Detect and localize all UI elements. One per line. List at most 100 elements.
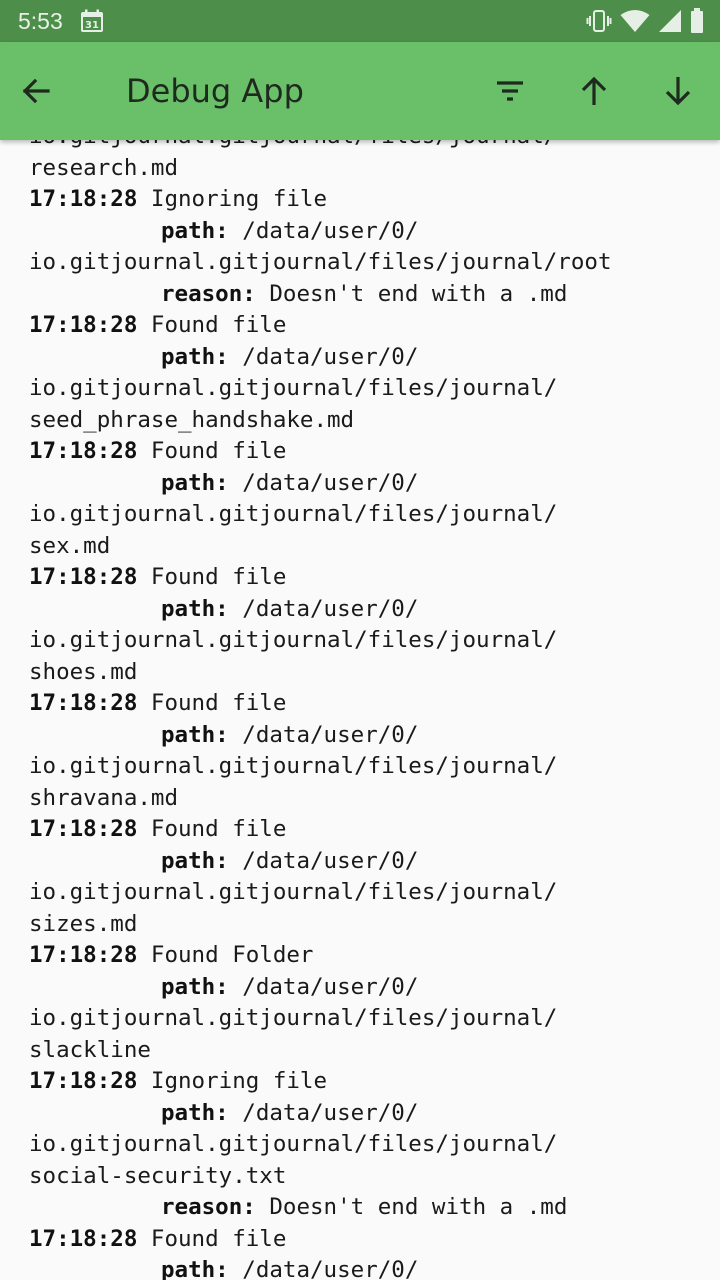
log-path-value: /data/user/0/ xyxy=(242,217,419,244)
log-path-label: path: xyxy=(161,973,229,1000)
log-path-label: path: xyxy=(161,721,229,748)
calendar-icon: 31 xyxy=(81,9,103,32)
log-path-continuation-line: io.gitjournal.gitjournal/files/journal/ xyxy=(0,625,720,657)
log-path-continuation-line: social-security.txt xyxy=(0,1161,720,1193)
log-path-line: path: /data/user/0/ xyxy=(0,1098,720,1130)
battery-icon xyxy=(691,8,703,33)
arrow-up-icon xyxy=(581,76,607,105)
log-entry-header: 17:18:28 Found file xyxy=(0,1224,720,1256)
log-message: Found file xyxy=(150,690,287,716)
log-path-continuation: research.md xyxy=(29,154,179,181)
log-path-continuation-line: io.gitjournal.gitjournal/files/journal/ xyxy=(0,1003,720,1035)
log-path-continuation: io.gitjournal.gitjournal/files/journal/ xyxy=(29,879,558,905)
log-line: io.gitjournal.gitjournal/files/journal/ xyxy=(0,140,720,153)
log-path-line: path: /data/user/0/ xyxy=(0,972,720,1004)
log-path-continuation: slackline xyxy=(29,1036,151,1063)
log-entry-header: 17:18:28 Found file xyxy=(0,562,720,594)
log-timestamp: 17:18:28 xyxy=(29,816,138,842)
log-path-continuation: io.gitjournal.gitjournal/files/journal/ xyxy=(29,1005,558,1031)
log-path-value: /data/user/0/ xyxy=(242,469,419,496)
log-entry-header: 17:18:28 Ignoring file xyxy=(0,184,720,216)
status-bar: 5:53 31 xyxy=(0,0,720,42)
log-path-continuation: sex.md xyxy=(29,532,111,559)
log-line: research.md xyxy=(0,153,720,185)
scroll-up-button[interactable] xyxy=(570,67,618,115)
log-list[interactable]: io.gitjournal.gitjournal/files/journal/ … xyxy=(0,140,720,1280)
log-path-continuation: io.gitjournal.gitjournal/files/journal/ xyxy=(29,501,558,527)
log-path-continuation-line: seed_phrase_handshake.md xyxy=(0,405,720,437)
log-reason-line: reason: Doesn't end with a .md xyxy=(0,279,720,311)
log-path-value: /data/user/0/ xyxy=(242,973,419,1000)
log-path-label: path: xyxy=(161,1257,229,1280)
scroll-down-button[interactable] xyxy=(654,67,702,115)
log-path-label: path: xyxy=(161,469,229,496)
log-timestamp: 17:18:28 xyxy=(29,690,138,716)
log-content: io.gitjournal.gitjournal/files/journal/ … xyxy=(0,140,720,1280)
log-path-line: path: /data/user/0/ xyxy=(0,468,720,500)
page-title: Debug App xyxy=(126,72,304,110)
log-path-continuation-line: io.gitjournal.gitjournal/files/journal/ xyxy=(0,373,720,405)
log-path-label: path: xyxy=(161,343,229,370)
log-path-continuation: io.gitjournal.gitjournal/files/journal/ xyxy=(29,627,558,653)
log-path-line: path: /data/user/0/ xyxy=(0,846,720,878)
log-timestamp: 17:18:28 xyxy=(29,1225,138,1252)
log-path-label: path: xyxy=(161,595,229,622)
vibrate-icon xyxy=(586,10,612,32)
log-path-continuation-line: io.gitjournal.gitjournal/files/journal/r… xyxy=(0,247,720,279)
log-timestamp: 17:18:28 xyxy=(29,186,138,212)
log-path-value: /data/user/0/ xyxy=(242,847,419,874)
log-path-value: /data/user/0/ xyxy=(242,721,419,748)
log-message: Found file xyxy=(150,312,287,338)
log-message: Found file xyxy=(150,816,287,842)
log-entry-header: 17:18:28 Ignoring file xyxy=(0,1066,720,1098)
log-message: Found file xyxy=(150,1225,287,1252)
log-path-line: path: /data/user/0/ xyxy=(0,1255,720,1280)
log-message: Found file xyxy=(150,438,287,464)
log-entry-header: 17:18:28 Found file xyxy=(0,814,720,846)
log-path-continuation-line: shravana.md xyxy=(0,783,720,815)
log-path-continuation-line: io.gitjournal.gitjournal/files/journal/ xyxy=(0,1129,720,1161)
log-message: Found Folder xyxy=(150,942,314,968)
log-path-value: /data/user/0/ xyxy=(242,1099,419,1126)
log-message: Ignoring file xyxy=(150,1068,328,1094)
log-timestamp: 17:18:28 xyxy=(29,942,138,968)
back-button[interactable] xyxy=(20,67,78,115)
log-path-continuation: seed_phrase_handshake.md xyxy=(29,406,355,433)
log-timestamp: 17:18:28 xyxy=(29,312,138,338)
log-message: Found file xyxy=(150,564,287,590)
log-path-value: /data/user/0/ xyxy=(242,1257,419,1280)
log-path-continuation: sizes.md xyxy=(29,910,138,937)
status-time: 5:53 xyxy=(18,8,63,34)
log-timestamp: 17:18:28 xyxy=(29,1068,138,1094)
log-path-line: path: /data/user/0/ xyxy=(0,720,720,752)
log-path-continuation-line: sex.md xyxy=(0,531,720,563)
log-path-continuation-line: io.gitjournal.gitjournal/files/journal/ xyxy=(0,499,720,531)
wifi-icon xyxy=(620,10,650,32)
log-path-line: path: /data/user/0/ xyxy=(0,594,720,626)
log-path-continuation: io.gitjournal.gitjournal/files/journal/ xyxy=(29,1131,558,1157)
log-path-value: /data/user/0/ xyxy=(242,343,419,370)
log-message: Ignoring file xyxy=(150,186,328,212)
log-path-continuation: io.gitjournal.gitjournal/files/journal/ xyxy=(29,375,558,401)
log-path-continuation: io.gitjournal.gitjournal/files/journal/r… xyxy=(29,249,612,275)
calendar-day: 31 xyxy=(85,20,99,31)
log-path-label: path: xyxy=(161,217,229,244)
log-reason-value: Doesn't end with a .md xyxy=(269,280,568,307)
log-reason-label: reason: xyxy=(161,1194,256,1220)
log-entry-header: 17:18:28 Found file xyxy=(0,688,720,720)
app-bar: Debug App xyxy=(0,42,720,140)
log-entry-header: 17:18:28 Found file xyxy=(0,310,720,342)
log-path-value: /data/user/0/ xyxy=(242,595,419,622)
log-path-continuation-line: sizes.md xyxy=(0,909,720,941)
log-reason-value: Doesn't end with a .md xyxy=(269,1194,568,1220)
log-path-continuation-line: io.gitjournal.gitjournal/files/journal/ xyxy=(0,877,720,909)
log-path-label: path: xyxy=(161,847,229,874)
log-path-line: path: /data/user/0/ xyxy=(0,216,720,248)
filter-button[interactable] xyxy=(486,67,534,115)
log-path-label: path: xyxy=(161,1099,229,1126)
arrow-down-icon xyxy=(665,77,691,106)
log-path-continuation: shoes.md xyxy=(29,658,138,685)
log-reason-line: reason: Doesn't end with a .md xyxy=(0,1192,720,1224)
log-path-continuation-line: slackline xyxy=(0,1035,720,1067)
signal-icon xyxy=(659,10,681,32)
